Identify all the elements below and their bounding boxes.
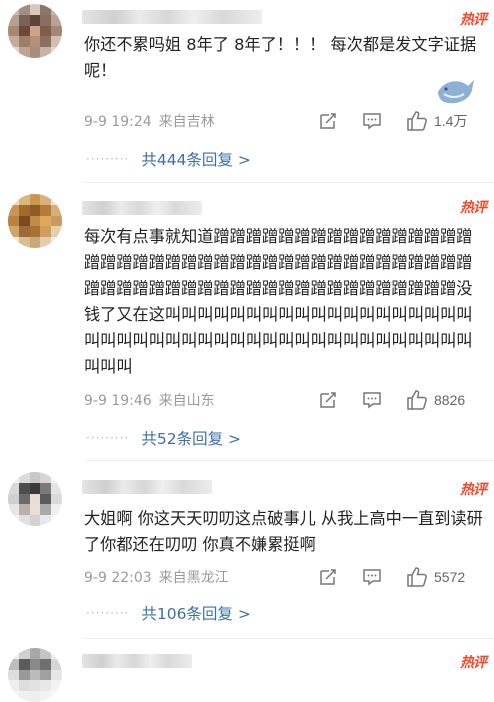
comment-text: 大姐啊 你这天天叨叨这点破事儿 从我上高中一直到读研了你都还在叨叨 你真不嫌累挺… xyxy=(84,509,483,554)
comment-divider xyxy=(84,182,494,183)
like-count: 8826 xyxy=(434,392,466,408)
repost-icon xyxy=(320,569,336,585)
dotted-line-icon: ········· xyxy=(86,606,130,620)
avatar[interactable] xyxy=(8,472,62,526)
avatar[interactable] xyxy=(8,4,62,58)
comment-divider xyxy=(84,638,494,639)
view-replies-link[interactable]: 共444条回复 > xyxy=(141,148,251,170)
username[interactable] xyxy=(82,654,192,668)
comment-card: 热评 你还不累吗姐 8年了 8年了！！！ 每次都是发文字证据呢！ 9-9 19:… xyxy=(0,0,494,183)
comment-icon xyxy=(363,392,381,409)
username[interactable] xyxy=(82,10,262,24)
reply-summary[interactable]: ········· 共106条回复 > xyxy=(86,602,251,624)
comment-card: 热评 每次有点事就知道蹭蹭蹭蹭蹭蹭蹭蹭蹭蹭蹭蹭蹭蹭蹭蹭蹭蹭蹭蹭蹭蹭蹭蹭蹭蹭蹭蹭蹭… xyxy=(0,184,494,461)
username[interactable] xyxy=(82,201,202,215)
dotted-line-icon: ········· xyxy=(86,152,130,166)
repost-button[interactable] xyxy=(318,566,338,588)
avatar[interactable] xyxy=(8,194,62,248)
thumbs-up-icon xyxy=(407,390,427,410)
comment-actions: 1.4万 xyxy=(304,110,494,132)
comment-location: 来自吉林 xyxy=(158,114,215,130)
username[interactable] xyxy=(82,480,212,494)
comment-icon xyxy=(363,113,381,130)
hot-comment-badge: 热评 xyxy=(460,12,487,28)
comment-meta: 9-9 19:24 来自吉林 xyxy=(84,111,222,131)
comment-button[interactable] xyxy=(362,110,382,132)
comment-location: 来自山东 xyxy=(158,393,215,409)
repost-button[interactable] xyxy=(318,389,338,411)
hot-comment-badge: 热评 xyxy=(460,655,487,671)
like-count: 5572 xyxy=(434,569,466,585)
avatar[interactable] xyxy=(8,648,62,702)
whale-bird-icon xyxy=(438,80,474,104)
view-replies-link[interactable]: 共52条回复 > xyxy=(141,427,241,449)
comment-location: 来自黑龙江 xyxy=(158,570,229,586)
comment-text: 每次有点事就知道蹭蹭蹭蹭蹭蹭蹭蹭蹭蹭蹭蹭蹭蹭蹭蹭蹭蹭蹭蹭蹭蹭蹭蹭蹭蹭蹭蹭蹭蹭蹭蹭… xyxy=(84,227,473,376)
view-replies-link[interactable]: 共106条回复 > xyxy=(141,602,251,624)
comment-actions: 5572 xyxy=(304,566,494,588)
comment-text: 你还不累吗姐 8年了 8年了！！！ 每次都是发文字证据呢！ xyxy=(84,35,477,80)
hot-comment-badge: 热评 xyxy=(460,200,487,216)
like-button[interactable]: 1.4万 xyxy=(406,110,467,132)
comment-time: 9-9 22:03 xyxy=(84,570,152,586)
comment-time: 9-9 19:24 xyxy=(84,114,152,130)
repost-button[interactable] xyxy=(318,110,338,132)
like-count: 1.4万 xyxy=(434,113,468,129)
hot-comment-badge: 热评 xyxy=(460,482,487,498)
comment-button[interactable] xyxy=(362,566,382,588)
comment-time: 9-9 19:46 xyxy=(84,393,152,409)
comment-icon xyxy=(363,569,381,586)
comment-meta: 9-9 19:46 来自山东 xyxy=(84,390,222,410)
comment-button[interactable] xyxy=(362,389,382,411)
thumbs-up-icon xyxy=(407,111,427,131)
like-button[interactable]: 5572 xyxy=(406,566,465,588)
comment-divider xyxy=(84,460,494,461)
like-button[interactable]: 8826 xyxy=(406,389,465,411)
comment-card: 热评 大姐啊 你这天天叨叨这点破事儿 从我上高中一直到读研了你都还在叨叨 你真不… xyxy=(0,462,494,639)
thumbs-up-icon xyxy=(407,567,427,587)
reply-summary[interactable]: ········· 共52条回复 > xyxy=(86,427,241,449)
comment-meta: 9-9 22:03 来自黑龙江 xyxy=(84,567,236,587)
repost-icon xyxy=(320,392,336,408)
dotted-line-icon: ········· xyxy=(86,431,130,445)
repost-icon xyxy=(320,113,336,129)
comment-card: 热评 xyxy=(0,640,494,702)
reply-summary[interactable]: ········· 共444条回复 > xyxy=(86,148,251,170)
comment-actions: 8826 xyxy=(304,389,494,411)
